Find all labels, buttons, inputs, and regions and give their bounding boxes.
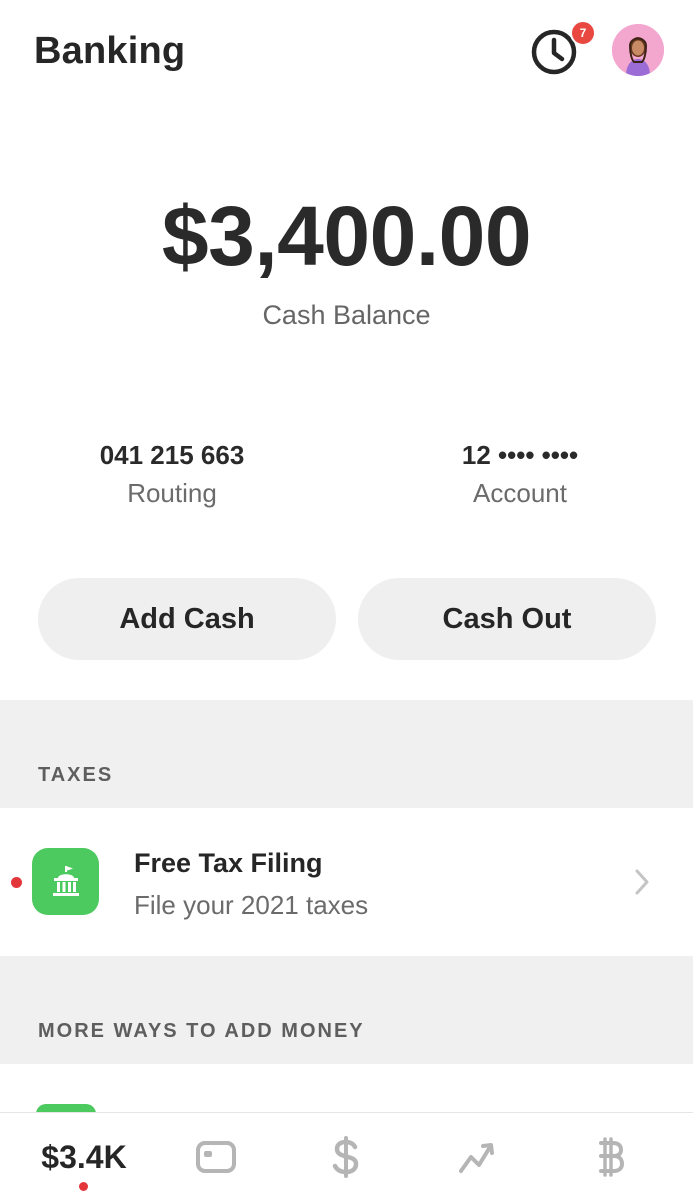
header: Banking 7 [0, 0, 693, 110]
taxes-section-band [0, 700, 693, 808]
more-ways-section-band [0, 956, 693, 1064]
cash-balance-label: Cash Balance [262, 300, 431, 330]
more-ways-section-header: MORE WAYS TO ADD MONEY [38, 1020, 365, 1042]
tax-filing-subtitle: File your 2021 taxes [134, 890, 369, 920]
chevron-right-icon [635, 869, 649, 895]
government-building-icon [52, 865, 79, 896]
tax-filing-title: Free Tax Filing [134, 848, 323, 878]
active-tab-indicator [79, 1182, 88, 1191]
add-cash-button[interactable]: Add Cash [38, 578, 336, 660]
notification-badge: 7 [570, 20, 596, 46]
account-info[interactable]: 12 •••• •••• Account [390, 438, 650, 509]
more-ways-row[interactable] [0, 1064, 693, 1114]
bottom-tab-bar: $3.4K [0, 1112, 693, 1200]
tab-card[interactable] [176, 1113, 256, 1201]
routing-label: Routing [127, 478, 217, 508]
profile-avatar-icon [612, 24, 664, 76]
account-label: Account [473, 478, 567, 508]
cash-balance-amount: $3,400.00 [161, 189, 532, 283]
dollar-icon [332, 1136, 359, 1178]
avatar[interactable] [612, 24, 664, 76]
tab-bitcoin[interactable] [570, 1113, 650, 1201]
account-number: 12 •••• •••• [461, 440, 579, 470]
tax-filing-tile [32, 848, 99, 915]
tab-investing[interactable] [438, 1113, 518, 1201]
page-title: Banking [34, 30, 186, 72]
taxes-section-header: TAXES [38, 764, 114, 786]
investing-icon [459, 1143, 494, 1173]
cash-out-button[interactable]: Cash Out [358, 578, 656, 660]
free-tax-filing-row[interactable] [0, 808, 693, 956]
routing-info[interactable]: 041 215 663 Routing [42, 438, 302, 509]
card-icon [196, 1141, 236, 1173]
tab-balance-label: $3.4K [41, 1138, 127, 1175]
routing-number: 041 215 663 [99, 440, 245, 470]
tab-pay[interactable] [306, 1113, 386, 1201]
unread-dot [11, 877, 22, 888]
bitcoin-icon [599, 1137, 624, 1177]
